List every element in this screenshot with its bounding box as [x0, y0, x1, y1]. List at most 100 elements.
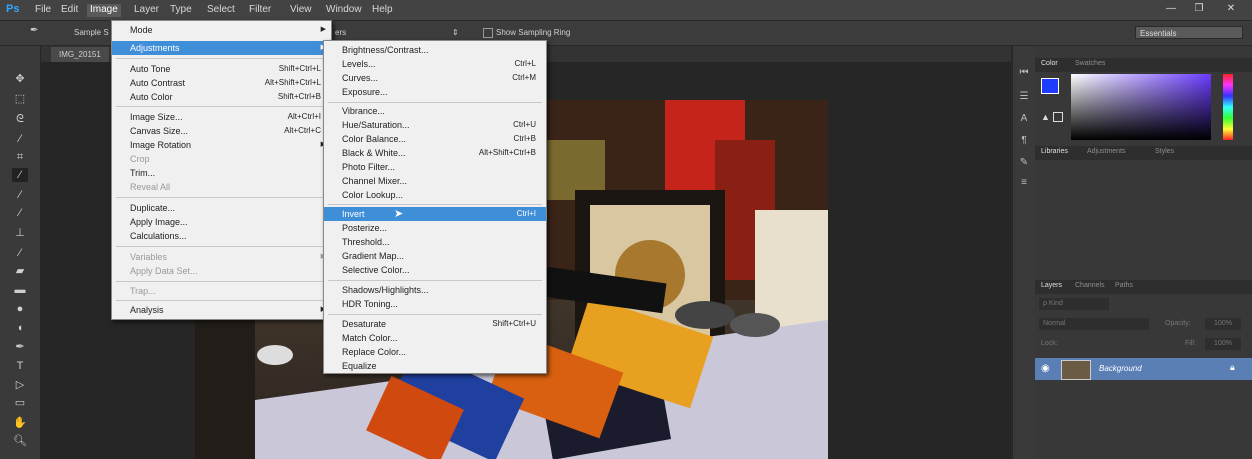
- properties-panel-icon[interactable]: ☰: [1017, 90, 1031, 104]
- document-tab[interactable]: IMG_20151: [51, 47, 109, 62]
- brush-panel-icon[interactable]: ✎: [1017, 156, 1031, 170]
- menu-item-gradient-map[interactable]: Gradient Map...: [324, 249, 546, 263]
- menu-item-auto-tone[interactable]: Auto Tone Shift+Ctrl+L: [112, 62, 331, 76]
- tab-paths[interactable]: Paths: [1115, 282, 1133, 289]
- menu-filter[interactable]: Filter: [249, 4, 271, 15]
- menu-file[interactable]: File: [35, 4, 51, 15]
- menu-item-image-size[interactable]: Image Size... Alt+Ctrl+I: [112, 110, 331, 124]
- color-field[interactable]: [1071, 74, 1211, 140]
- menu-help[interactable]: Help: [372, 4, 393, 15]
- sample-layers-label[interactable]: ers: [335, 28, 346, 37]
- crop-tool-icon[interactable]: ⌗: [12, 150, 28, 164]
- history-panel-icon[interactable]: ⏮: [1017, 66, 1031, 80]
- menu-item-brightness-contrast[interactable]: Brightness/Contrast...: [324, 43, 546, 57]
- eye-icon[interactable]: ◉: [1041, 363, 1050, 374]
- menu-item-levels[interactable]: Levels... Ctrl+L: [324, 57, 546, 71]
- web-safe-swatch[interactable]: [1053, 112, 1063, 122]
- menu-item-variables[interactable]: Variables▶: [112, 250, 331, 264]
- menu-item-image-rotation[interactable]: Image Rotation▶: [112, 138, 331, 152]
- marquee-tool-icon[interactable]: ⬚: [12, 92, 28, 106]
- tab-styles[interactable]: Styles: [1155, 148, 1174, 155]
- layer-filter-kind[interactable]: ρ Kind: [1039, 298, 1109, 310]
- menu-item-trim[interactable]: Trim...: [112, 166, 331, 180]
- menu-item-crop[interactable]: Crop: [112, 152, 331, 166]
- menu-item-selective-color[interactable]: Selective Color...: [324, 263, 546, 277]
- stamp-tool-icon[interactable]: ⊥: [12, 226, 28, 240]
- hand-tool-icon[interactable]: ✋: [12, 416, 28, 430]
- foreground-color-swatch[interactable]: [1041, 78, 1059, 94]
- tab-swatches[interactable]: Swatches: [1075, 60, 1105, 67]
- menu-item-curves[interactable]: Curves... Ctrl+M: [324, 71, 546, 85]
- menu-view[interactable]: View: [290, 4, 312, 15]
- menu-item-match-color[interactable]: Match Color...: [324, 331, 546, 345]
- menu-item-auto-contrast[interactable]: Auto Contrast Alt+Shift+Ctrl+L: [112, 76, 331, 90]
- menu-item-photo-filter[interactable]: Photo Filter...: [324, 160, 546, 174]
- show-sampling-ring-checkbox[interactable]: [483, 28, 493, 38]
- fill-input[interactable]: 100%: [1205, 338, 1241, 350]
- tab-libraries[interactable]: Libraries: [1041, 148, 1068, 155]
- tab-adjustments[interactable]: Adjustments: [1087, 148, 1126, 155]
- menu-item-apply-image[interactable]: Apply Image...: [112, 215, 331, 229]
- menu-item-exposure[interactable]: Exposure...: [324, 85, 546, 99]
- opacity-input[interactable]: 100%: [1205, 318, 1241, 330]
- menu-edit[interactable]: Edit: [61, 4, 78, 15]
- close-icon[interactable]: ✕: [1220, 2, 1242, 16]
- menu-layer[interactable]: Layer: [134, 4, 159, 15]
- layer-row-background[interactable]: ◉ Background 🔒︎: [1035, 358, 1252, 380]
- character-panel-icon[interactable]: ¶: [1017, 134, 1031, 148]
- dodge-tool-icon[interactable]: ◖: [12, 321, 28, 335]
- eyedropper-icon[interactable]: ✒: [30, 25, 38, 36]
- tab-layers[interactable]: Layers: [1041, 282, 1062, 289]
- menu-item-replace-color[interactable]: Replace Color...: [324, 345, 546, 359]
- menu-item-hdr-toning[interactable]: HDR Toning...: [324, 297, 546, 311]
- menu-item-threshold[interactable]: Threshold...: [324, 235, 546, 249]
- move-tool-icon[interactable]: ✥: [12, 72, 28, 86]
- menu-item-posterize[interactable]: Posterize...: [324, 221, 546, 235]
- menu-item-desaturate[interactable]: Desaturate Shift+Ctrl+U: [324, 317, 546, 331]
- menu-item-shadows-highlights[interactable]: Shadows/Highlights...: [324, 283, 546, 297]
- sample-size-label[interactable]: Sample S: [74, 28, 109, 37]
- info-panel-icon[interactable]: A: [1017, 112, 1031, 126]
- menu-item-color-balance[interactable]: Color Balance... Ctrl+B: [324, 132, 546, 146]
- menu-item-color-lookup[interactable]: Color Lookup...: [324, 188, 546, 202]
- menu-item-vibrance[interactable]: Vibrance...: [324, 104, 546, 118]
- menu-item-reveal-all[interactable]: Reveal All: [112, 180, 331, 194]
- menu-item-adjustments[interactable]: Adjustments▶: [112, 41, 331, 55]
- menu-type[interactable]: Type: [170, 4, 192, 15]
- history-brush-icon[interactable]: ⁄: [12, 246, 28, 260]
- menu-item-hue-saturation[interactable]: Hue/Saturation... Ctrl+U: [324, 118, 546, 132]
- menu-item-auto-color[interactable]: Auto Color Shift+Ctrl+B: [112, 90, 331, 104]
- path-select-icon[interactable]: ▷: [12, 378, 28, 392]
- menu-item-channel-mixer[interactable]: Channel Mixer...: [324, 174, 546, 188]
- minimize-icon[interactable]: —: [1160, 2, 1182, 16]
- menu-item-black-white[interactable]: Black & White... Alt+Shift+Ctrl+B: [324, 146, 546, 160]
- menu-item-duplicate[interactable]: Duplicate...: [112, 201, 331, 215]
- tool-presets-icon[interactable]: ≡: [1017, 176, 1031, 190]
- workspace-select[interactable]: Essentials: [1135, 26, 1243, 39]
- rectangle-tool-icon[interactable]: ▭: [12, 396, 28, 410]
- eraser-tool-icon[interactable]: ▰: [12, 264, 28, 278]
- menu-image[interactable]: Image: [87, 4, 121, 17]
- type-tool-icon[interactable]: T: [12, 359, 28, 373]
- tab-color[interactable]: Color: [1041, 60, 1058, 67]
- brush-tool-icon[interactable]: ⁄: [12, 206, 28, 220]
- menu-item-invert[interactable]: Invert Ctrl+I ➤: [324, 207, 546, 221]
- chevron-updown-icon[interactable]: ⇕: [452, 28, 459, 37]
- tab-channels[interactable]: Channels: [1075, 282, 1105, 289]
- menu-item-analysis[interactable]: Analysis▶: [112, 303, 331, 317]
- gradient-tool-icon[interactable]: ▬: [12, 283, 28, 297]
- eyedropper-tool-icon[interactable]: ⁄: [12, 168, 28, 182]
- menu-window[interactable]: Window: [326, 4, 362, 15]
- menu-item-canvas-size[interactable]: Canvas Size... Alt+Ctrl+C: [112, 124, 331, 138]
- menu-item-equalize[interactable]: Equalize: [324, 359, 546, 373]
- menu-select[interactable]: Select: [207, 4, 235, 15]
- hue-slider[interactable]: [1223, 74, 1233, 140]
- menu-item-calculations[interactable]: Calculations...: [112, 229, 331, 243]
- restore-icon[interactable]: ❐: [1188, 2, 1210, 16]
- quick-select-tool-icon[interactable]: ⁄: [12, 132, 28, 146]
- pen-tool-icon[interactable]: ✒: [12, 340, 28, 354]
- menu-item-mode[interactable]: Mode ▶: [112, 23, 331, 37]
- healing-brush-icon[interactable]: ⁄: [12, 188, 28, 202]
- blur-tool-icon[interactable]: ●: [12, 302, 28, 316]
- zoom-tool-icon[interactable]: 🔍︎: [12, 434, 28, 448]
